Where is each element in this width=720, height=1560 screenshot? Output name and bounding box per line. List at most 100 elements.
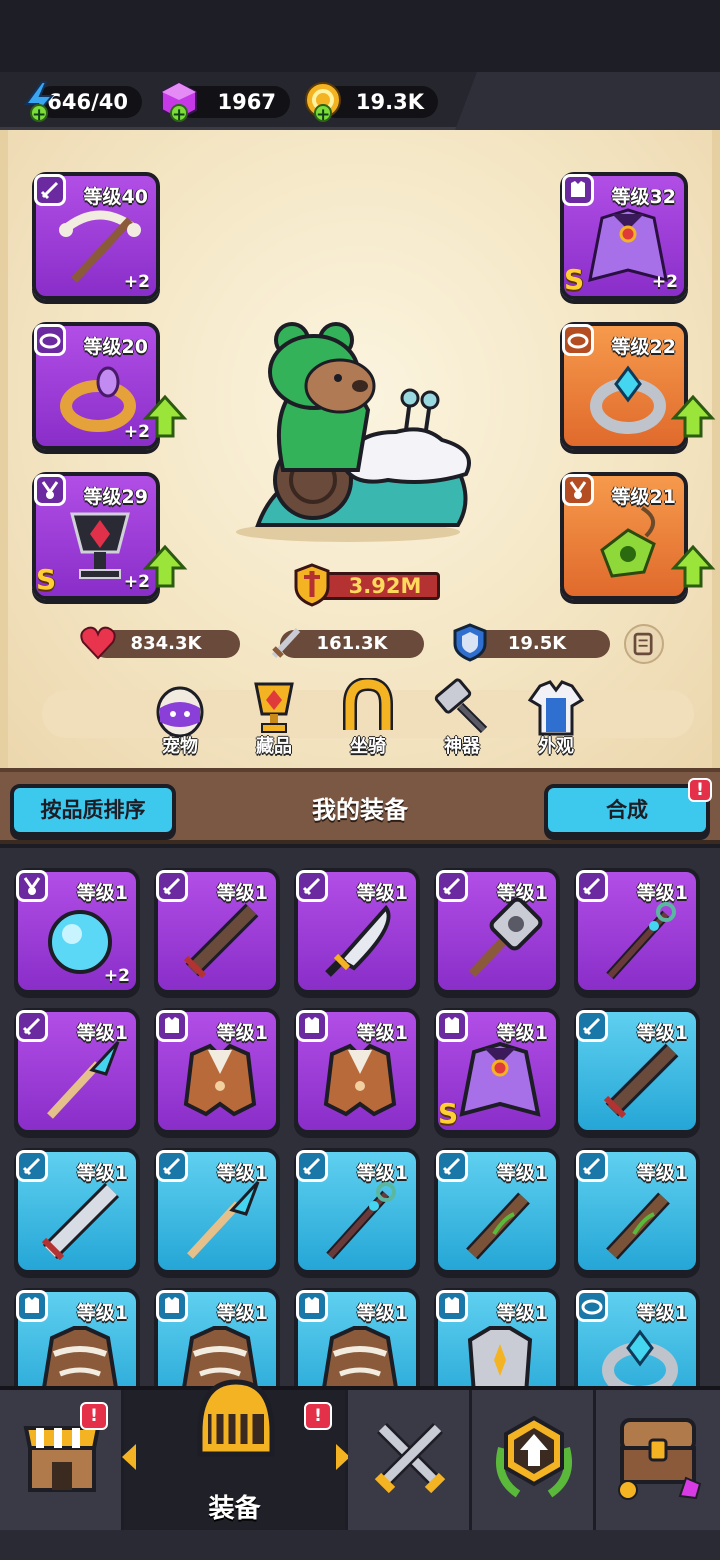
plate-armor-icon: [467, 1326, 533, 1388]
menu-pet[interactable]: 宠物: [142, 678, 218, 757]
horseshoe-icon: [343, 676, 393, 730]
tier-label: S: [564, 263, 585, 296]
upgrade-arrow-icon: [670, 394, 716, 438]
staff-icon: [326, 1182, 396, 1260]
upgrade-arrow-icon: [670, 544, 716, 588]
nav-upgrade[interactable]: [472, 1390, 596, 1530]
slot-bonus: +2: [123, 272, 150, 292]
list-icon: [633, 632, 653, 656]
merge-button[interactable]: 合成: [544, 784, 710, 836]
nav-shop[interactable]: !: [0, 1390, 124, 1530]
hammer-icon: [434, 678, 488, 734]
dark-sword-icon: [183, 903, 259, 979]
item-bonus: +2: [103, 966, 130, 986]
inventory-item[interactable]: 等级1: [574, 868, 700, 994]
heart-icon: [80, 626, 116, 660]
menu-label: 宠物: [162, 736, 198, 757]
stats-detail-button[interactable]: [624, 624, 664, 664]
hp-value: 834.3K: [130, 633, 202, 654]
menu-collection[interactable]: 藏品: [236, 678, 312, 757]
inventory-item[interactable]: 等级1: [294, 868, 420, 994]
leather-armor-icon: [323, 1043, 397, 1117]
cape-icon: [459, 1041, 541, 1117]
tier-label: S: [36, 563, 57, 596]
shield-icon: [453, 623, 487, 662]
nav-equipment-label: 装备: [208, 1494, 261, 1524]
ice-spear-icon: [187, 1180, 260, 1259]
inventory-item[interactable]: 等级1: [14, 1008, 140, 1134]
slot-amulet[interactable]: 等级29 S +2: [32, 472, 160, 600]
inventory-item[interactable]: 等级1: [14, 1148, 140, 1274]
inventory-item[interactable]: 等级1: [574, 1008, 700, 1134]
sort-by-quality-button[interactable]: 按品质排序: [10, 784, 176, 836]
crystal-bracelet-icon: [590, 365, 666, 434]
inventory-item[interactable]: 等级1: [154, 1008, 280, 1134]
menu-label: 坐骑: [350, 736, 386, 757]
nav-battle[interactable]: [348, 1390, 472, 1530]
inventory-item[interactable]: 等级1: [574, 1148, 700, 1274]
club-icon: [606, 1192, 670, 1260]
treasure-chest-icon: [618, 1418, 702, 1500]
inventory-item[interactable]: 等级1 +2: [14, 868, 140, 994]
inventory-item[interactable]: 等级1: [574, 1288, 700, 1388]
combat-power: 3.92M: [292, 563, 440, 607]
nav-equipment[interactable]: ! 装备: [122, 1379, 350, 1530]
fur-armor-icon: [321, 1326, 399, 1388]
staff-icon: [606, 902, 676, 980]
add-energy-icon[interactable]: +: [30, 104, 48, 124]
menu-appearance[interactable]: 外观: [518, 678, 594, 757]
inventory-item[interactable]: 等级1: [434, 1148, 560, 1274]
energy-counter[interactable]: + 646/40: [24, 81, 142, 124]
bracelet-icon: [602, 1329, 678, 1388]
trophy-icon: [254, 682, 294, 733]
inventory-item[interactable]: 等级1: [294, 1288, 420, 1388]
inventory-item[interactable]: 等级1: [154, 1148, 280, 1274]
inventory-grid: 等级1 +2 等级1 等级1 等级1 等级1 等级1 等级1 等级1 等级1 S 等级1 等级1 等级1 等…: [0, 848, 720, 1388]
inventory-item[interactable]: 等级1: [294, 1148, 420, 1274]
upgrade-arrow-icon: [142, 394, 188, 438]
inventory-item[interactable]: 等级1: [434, 1288, 560, 1388]
ice-spear-icon: [47, 1040, 120, 1119]
slot-ring[interactable]: 等级20 +2: [32, 322, 160, 450]
inventory-item[interactable]: 等级1: [434, 868, 560, 994]
defense-stat: 19.5K: [453, 623, 610, 662]
broadsword-icon: [41, 1182, 120, 1261]
defense-value: 19.5K: [507, 633, 567, 654]
egg-icon: [156, 686, 204, 738]
menu-artifact[interactable]: 神器: [424, 678, 500, 757]
upgrade-arrow-icon: [142, 544, 188, 588]
gem-counter[interactable]: + 1967: [161, 81, 290, 124]
panel-title: 我的装备: [312, 796, 408, 824]
sword-shield-icon: [294, 563, 330, 607]
equipment-panel-header: 按品质排序 我的装备 合成 !: [0, 768, 720, 844]
crossed-swords-icon: [374, 1423, 446, 1494]
outfit-icon: [527, 680, 585, 736]
sword-icon: [271, 627, 301, 659]
inventory-item[interactable]: 等级1: [294, 1008, 420, 1134]
upgrade-emblem-icon: [496, 1415, 572, 1498]
menu-label: 外观: [538, 736, 574, 757]
add-gem-icon[interactable]: +: [170, 104, 188, 124]
dark-sword-icon: [603, 1043, 679, 1119]
slot-armor[interactable]: 等级32 S +2: [560, 172, 688, 300]
machete-icon: [325, 904, 391, 977]
coin-counter[interactable]: + 19.3K: [305, 82, 438, 124]
menu-mount[interactable]: 坐骑: [330, 676, 406, 757]
inventory-item[interactable]: 等级1: [154, 868, 280, 994]
inventory-item[interactable]: 等级1 S: [434, 1008, 560, 1134]
inventory-item[interactable]: 等级1: [14, 1288, 140, 1388]
slot-weapon[interactable]: 等级40 +2: [32, 172, 160, 300]
menu-label: 藏品: [256, 736, 292, 757]
nav-treasure[interactable]: [596, 1390, 720, 1530]
add-coin-icon[interactable]: +: [314, 104, 332, 124]
hp-stat: 834.3K: [80, 626, 240, 660]
mace-icon: [468, 897, 543, 978]
slot-necklace[interactable]: 等级21: [560, 472, 688, 600]
left-arrow-icon: [122, 1444, 136, 1470]
slot-bracelet[interactable]: 等级22: [560, 322, 688, 450]
tier-label: S: [438, 1097, 459, 1130]
merge-label: 合成: [606, 798, 648, 822]
menu-label: 神器: [444, 736, 480, 757]
leather-armor-icon: [183, 1043, 257, 1117]
gem-value: 1967: [217, 90, 276, 114]
